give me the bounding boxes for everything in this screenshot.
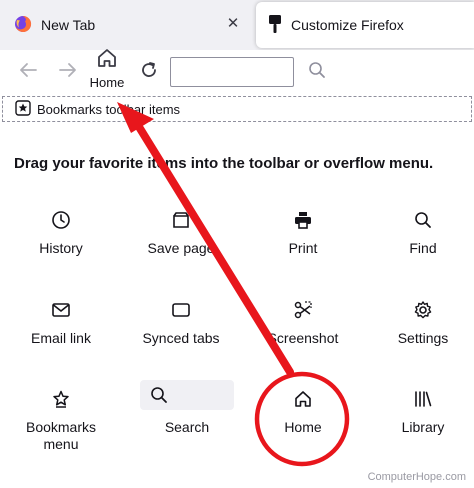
home-icon bbox=[283, 385, 323, 413]
home-icon bbox=[96, 47, 118, 74]
home-button[interactable]: Home bbox=[88, 42, 126, 94]
gear-icon bbox=[403, 296, 443, 324]
palette-item-label: Bookmarks menu bbox=[25, 419, 97, 452]
palette-item-settings[interactable]: Settings bbox=[373, 296, 473, 347]
palette-item-label: Search bbox=[164, 419, 210, 435]
palette-item-screenshot[interactable]: Screenshot bbox=[253, 296, 353, 347]
save-page-icon bbox=[161, 206, 201, 234]
close-icon[interactable]: ✕ bbox=[224, 15, 242, 33]
palette-item-label: History bbox=[39, 240, 83, 256]
magnifier-icon bbox=[308, 61, 326, 84]
palette-item-label: Email link bbox=[31, 330, 91, 346]
palette-item-find[interactable]: Find bbox=[373, 206, 473, 257]
palette-item-email-link[interactable]: Email link bbox=[11, 296, 111, 347]
scissors-icon bbox=[283, 296, 323, 324]
tab-new-tab[interactable]: New Tab ✕ bbox=[0, 2, 252, 48]
palette-item-label: Settings bbox=[397, 330, 449, 346]
library-icon bbox=[403, 385, 443, 413]
magnifier-icon bbox=[403, 206, 443, 234]
palette-item-bookmarks-menu[interactable]: Bookmarks menu bbox=[11, 385, 111, 453]
palette-item-search[interactable]: Search bbox=[137, 380, 237, 436]
reload-button[interactable] bbox=[136, 60, 162, 84]
synced-tabs-icon bbox=[161, 296, 201, 324]
palette-item-save-page[interactable]: Save page bbox=[131, 206, 231, 257]
customize-heading: Drag your favorite items into the toolba… bbox=[14, 155, 434, 172]
paintbrush-icon bbox=[268, 14, 282, 37]
tab-bar: New Tab ✕ Customize Firefox bbox=[0, 0, 474, 50]
magnifier-icon bbox=[140, 380, 234, 410]
palette-item-label: Find bbox=[409, 240, 437, 256]
bookmark-star-icon bbox=[15, 99, 31, 119]
bookmarks-toolbar-label: Bookmarks toolbar items bbox=[37, 101, 181, 117]
palette-item-label: Synced tabs bbox=[142, 330, 220, 346]
arrow-right-icon bbox=[59, 62, 77, 83]
tab-label: Customize Firefox bbox=[291, 17, 404, 33]
arrow-left-icon bbox=[19, 62, 37, 83]
palette-item-label: Home bbox=[284, 419, 322, 435]
envelope-icon bbox=[41, 296, 81, 324]
star-icon bbox=[41, 385, 81, 413]
palette-item-home[interactable]: Home bbox=[253, 385, 353, 436]
clock-icon bbox=[41, 206, 81, 234]
palette-item-label: Screenshot bbox=[267, 330, 339, 346]
search-button[interactable] bbox=[303, 60, 331, 84]
palette-item-history[interactable]: History bbox=[11, 206, 111, 257]
printer-icon bbox=[283, 206, 323, 234]
palette-item-synced-tabs[interactable]: Synced tabs bbox=[131, 296, 231, 347]
firefox-logo-icon bbox=[14, 15, 32, 36]
reload-icon bbox=[140, 61, 158, 84]
tab-customize-firefox[interactable]: Customize Firefox bbox=[256, 2, 474, 48]
url-bar[interactable] bbox=[170, 57, 294, 87]
palette-item-print[interactable]: Print bbox=[253, 206, 353, 257]
palette-item-label: Library bbox=[401, 419, 445, 435]
palette-item-label: Print bbox=[288, 240, 318, 256]
bookmarks-toolbar-items[interactable]: Bookmarks toolbar items bbox=[2, 96, 472, 122]
forward-button[interactable] bbox=[54, 60, 82, 84]
home-button-label: Home bbox=[89, 74, 125, 90]
navigation-toolbar: Home bbox=[0, 48, 474, 94]
palette-item-label: Save page bbox=[147, 240, 215, 256]
back-button[interactable] bbox=[14, 60, 42, 84]
watermark-text: ComputerHope.com bbox=[367, 471, 466, 483]
tab-label: New Tab bbox=[41, 17, 96, 33]
palette-item-library[interactable]: Library bbox=[373, 385, 473, 436]
